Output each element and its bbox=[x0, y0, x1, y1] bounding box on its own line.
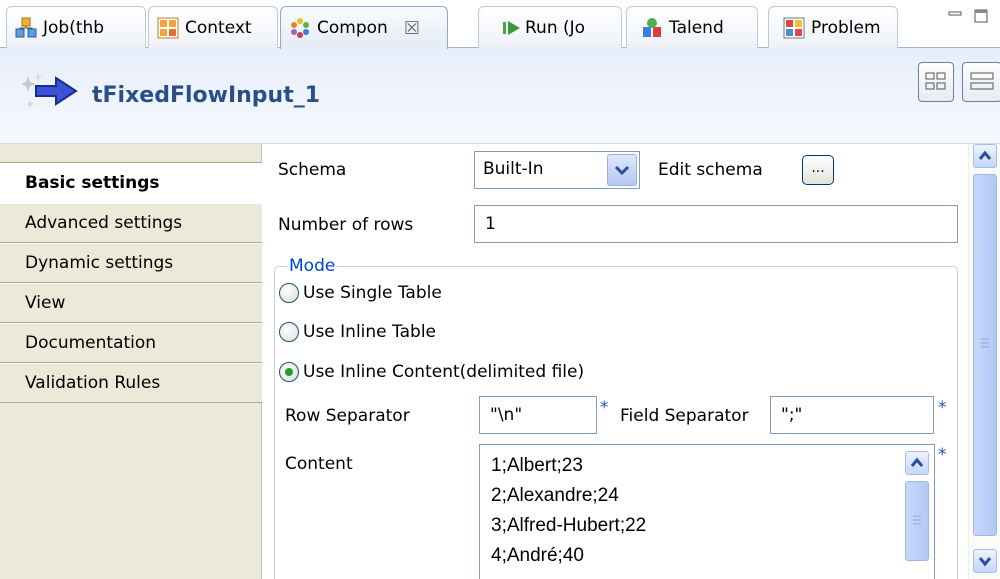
nav-dynamic-settings[interactable]: Dynamic settings bbox=[0, 243, 262, 283]
schema-value: Built-In bbox=[483, 159, 544, 179]
required-marker: * bbox=[938, 445, 947, 465]
radio-checked-dot bbox=[285, 368, 293, 376]
job-icon bbox=[15, 17, 37, 39]
radio-label: Use Single Table bbox=[303, 283, 442, 303]
component-title: tFixedFlowInput_1 bbox=[92, 83, 321, 108]
settings-nav: Basic settings Advanced settings Dynamic… bbox=[0, 144, 262, 579]
problem-icon bbox=[783, 17, 805, 39]
radio-button[interactable] bbox=[279, 362, 299, 382]
content-line: 2;Alexandre;24 bbox=[491, 485, 619, 506]
scrollbar-thumb[interactable] bbox=[973, 174, 997, 536]
scroll-up-arrow[interactable] bbox=[973, 144, 997, 168]
nav-documentation[interactable]: Documentation bbox=[0, 323, 262, 363]
radio-button[interactable] bbox=[279, 322, 299, 342]
radio-inline-table[interactable]: Use Inline Table bbox=[279, 319, 436, 345]
minimize-icon[interactable] bbox=[948, 8, 964, 22]
nav-label: Basic settings bbox=[25, 173, 160, 193]
tab-label: Job(thb bbox=[43, 17, 105, 38]
nav-validation-rules[interactable]: Validation Rules bbox=[0, 363, 262, 403]
radio-single-table[interactable]: Use Single Table bbox=[279, 280, 442, 306]
scroll-up-arrow[interactable] bbox=[905, 451, 929, 475]
required-marker: * bbox=[938, 398, 947, 418]
run-icon bbox=[501, 17, 523, 39]
nav-basic-settings[interactable]: Basic settings bbox=[0, 162, 262, 204]
rows-label: Number of rows bbox=[278, 215, 414, 235]
tab-job[interactable]: Job(thb bbox=[6, 6, 146, 48]
tab-talend[interactable]: Talend bbox=[626, 6, 758, 48]
content-line: 3;Alfred-Hubert;22 bbox=[491, 515, 647, 536]
tab-run[interactable]: Run (Jo bbox=[478, 6, 622, 48]
component-icon bbox=[289, 17, 311, 39]
tab-component[interactable]: Compon ☒ bbox=[280, 6, 448, 49]
content-line: 1;Albert;23 bbox=[491, 455, 583, 476]
row-separator-input[interactable]: "\n" bbox=[479, 396, 597, 434]
tab-label: Run (Jo bbox=[525, 17, 586, 38]
tab-label: Talend bbox=[669, 17, 724, 38]
maximize-icon[interactable] bbox=[974, 8, 990, 23]
radio-inline-content[interactable]: Use Inline Content(delimited file) bbox=[279, 359, 584, 385]
schema-label: Schema bbox=[278, 160, 347, 180]
content-scrollbar-thumb[interactable] bbox=[905, 481, 929, 561]
tab-problems[interactable]: Problem bbox=[768, 6, 898, 48]
chevron-down-icon[interactable] bbox=[607, 154, 637, 186]
nav-view[interactable]: View bbox=[0, 283, 262, 323]
nav-label: View bbox=[25, 293, 66, 313]
layout-list-button[interactable] bbox=[962, 62, 1000, 102]
layout-grid-button[interactable] bbox=[918, 62, 954, 102]
tab-context[interactable]: Context bbox=[148, 6, 278, 48]
scroll-down-arrow[interactable] bbox=[973, 549, 997, 573]
content-line: 4;André;40 bbox=[491, 545, 584, 566]
radio-label: Use Inline Content(delimited file) bbox=[303, 362, 585, 382]
edit-schema-label: Edit schema bbox=[658, 160, 763, 180]
radio-label: Use Inline Table bbox=[303, 322, 436, 342]
nav-label: Advanced settings bbox=[25, 213, 183, 233]
nav-advanced-settings[interactable]: Advanced settings bbox=[0, 203, 262, 243]
panel-scrollbar[interactable] bbox=[968, 144, 1000, 579]
talend-icon bbox=[641, 17, 663, 39]
content-label: Content bbox=[285, 454, 353, 474]
nav-label: Dynamic settings bbox=[25, 253, 174, 273]
mode-legend: Mode bbox=[287, 256, 338, 276]
editor-tab-bar: Job(thb Context Compon ☒ Run (Jo Talend … bbox=[0, 0, 1000, 49]
field-separator-label: Field Separator bbox=[620, 406, 749, 426]
tab-label: Problem bbox=[811, 17, 881, 38]
tab-label: Compon bbox=[317, 18, 388, 38]
radio-button[interactable] bbox=[279, 283, 299, 303]
tab-label: Context bbox=[185, 17, 252, 38]
schema-select[interactable]: Built-In bbox=[474, 151, 640, 189]
required-marker: * bbox=[600, 398, 609, 418]
content-textarea[interactable]: 1;Albert;23 2;Alexandre;24 3;Alfred-Hube… bbox=[479, 444, 935, 579]
edit-schema-button[interactable]: ... bbox=[802, 155, 834, 185]
rows-input[interactable]: 1 bbox=[474, 205, 958, 243]
row-separator-label: Row Separator bbox=[285, 406, 410, 426]
nav-label: Validation Rules bbox=[25, 373, 161, 393]
field-separator-input[interactable]: ";" bbox=[770, 396, 934, 434]
flow-arrow-icon bbox=[20, 70, 80, 112]
context-icon bbox=[157, 17, 179, 39]
nav-label: Documentation bbox=[25, 333, 157, 353]
close-icon[interactable]: ☒ bbox=[404, 18, 420, 39]
